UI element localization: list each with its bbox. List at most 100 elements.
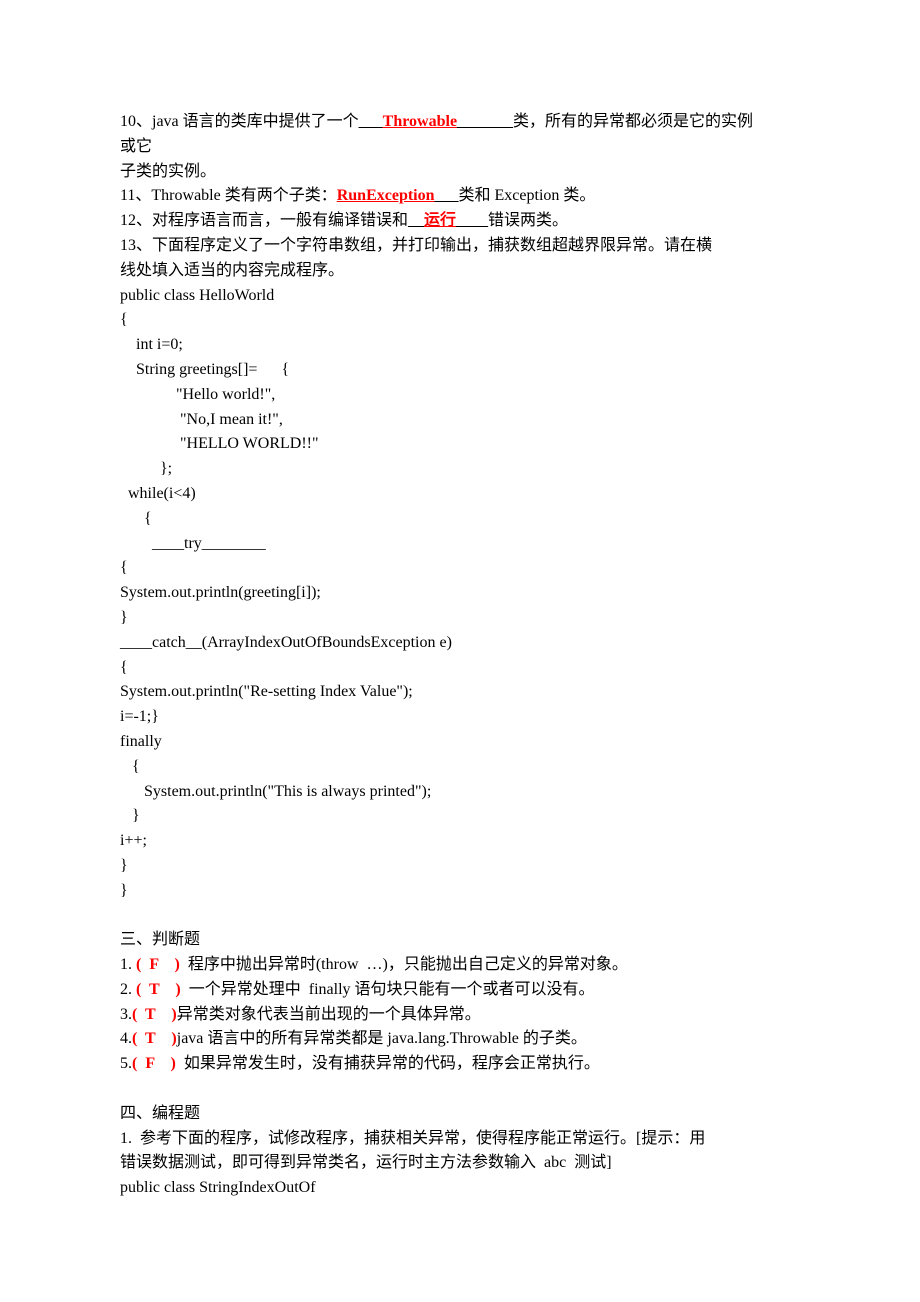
- text-line: int i=0;: [120, 333, 800, 358]
- text-line: finally: [120, 730, 800, 755]
- text-segment: ___: [435, 187, 459, 204]
- text-segment: ___: [359, 113, 383, 130]
- text-segment: 线处填入适当的内容完成程序。: [120, 262, 344, 279]
- text-line: {: [120, 507, 800, 532]
- text-segment: {: [120, 659, 128, 676]
- text-line: 1. 参考下面的程序，试修改程序，捕获相关异常，使得程序能正常运行。[提示：用: [120, 1127, 800, 1152]
- text-segment: ( T ): [132, 1030, 177, 1047]
- text-line: i=-1;}: [120, 705, 800, 730]
- text-segment: RunException: [337, 187, 435, 204]
- text-segment: 子类的实例。: [120, 163, 216, 180]
- text-line: System.out.println(greeting[i]);: [120, 581, 800, 606]
- text-segment: 错误数据测试，即可得到异常类名，运行时主方法参数输入 abc 测试]: [120, 1154, 612, 1171]
- text-line: {: [120, 656, 800, 681]
- text-segment: 12、对程序语言而言，一般有编译错误和: [120, 212, 408, 229]
- text-segment: ( F ): [136, 956, 180, 973]
- text-segment: {: [120, 311, 128, 328]
- text-line: "HELLO WORLD!!": [120, 432, 800, 457]
- text-segment: i=-1;}: [120, 708, 159, 725]
- text-line: i++;: [120, 829, 800, 854]
- text-segment: ( T ): [132, 1006, 177, 1023]
- text-segment: 错误两类。: [488, 212, 568, 229]
- text-line: 13、下面程序定义了一个字符串数组，并打印输出，捕获数组超越界限异常。请在横: [120, 234, 800, 259]
- text-segment: {: [120, 510, 152, 527]
- text-segment: {: [120, 559, 128, 576]
- text-segment: 1.: [120, 956, 136, 973]
- text-segment: };: [120, 460, 172, 477]
- text-segment: }: [120, 857, 128, 874]
- text-segment: java 语言中的所有异常类都是 java.lang.Throwable 的子类…: [177, 1030, 587, 1047]
- text-segment: 如果异常发生时，没有捕获异常的代码，程序会正常执行。: [176, 1055, 600, 1072]
- text-segment: 或它: [120, 138, 152, 155]
- text-line: }: [120, 804, 800, 829]
- text-segment: "HELLO WORLD!!": [120, 435, 319, 452]
- text-segment: ( F ): [132, 1055, 176, 1072]
- text-segment: }: [120, 882, 128, 899]
- text-segment: 类和 Exception 类。: [459, 187, 596, 204]
- text-line: 三、判断题: [120, 928, 800, 953]
- text-segment: 程序中抛出异常时(throw …)，只能抛出自己定义的异常对象。: [180, 956, 628, 973]
- text-segment: 运行: [424, 212, 456, 229]
- text-segment: Throwable: [383, 113, 457, 130]
- text-line: System.out.println("Re-setting Index Val…: [120, 680, 800, 705]
- text-segment: }: [120, 609, 128, 626]
- text-segment: ( T ): [136, 981, 181, 998]
- text-line: };: [120, 457, 800, 482]
- text-line: String greetings[]= {: [120, 358, 800, 383]
- text-line: 错误数据测试，即可得到异常类名，运行时主方法参数输入 abc 测试]: [120, 1151, 800, 1176]
- text-segment: public class HelloWorld: [120, 287, 274, 304]
- text-segment: System.out.println("Re-setting Index Val…: [120, 683, 413, 700]
- text-line: ____try________: [120, 532, 800, 557]
- text-line: public class StringIndexOutOf: [120, 1176, 800, 1201]
- text-segment: System.out.println("This is always print…: [120, 783, 431, 800]
- text-segment: 1. 参考下面的程序，试修改程序，捕获相关异常，使得程序能正常运行。[提示：用: [120, 1130, 705, 1147]
- text-line: [120, 1077, 800, 1102]
- text-segment: 三、判断题: [120, 931, 200, 948]
- text-line: 4.( T )java 语言中的所有异常类都是 java.lang.Throwa…: [120, 1027, 800, 1052]
- text-segment: 5.: [120, 1055, 132, 1072]
- text-line: {: [120, 755, 800, 780]
- text-line: "No,I mean it!",: [120, 408, 800, 433]
- text-segment: 异常类对象代表当前出现的一个具体异常。: [177, 1006, 481, 1023]
- text-segment: __: [408, 212, 424, 229]
- text-segment: 13、下面程序定义了一个字符串数组，并打印输出，捕获数组超越界限异常。请在横: [120, 237, 712, 254]
- text-line: {: [120, 556, 800, 581]
- text-segment: 2.: [120, 981, 136, 998]
- text-segment: 4.: [120, 1030, 132, 1047]
- text-line: 1. ( F ) 程序中抛出异常时(throw …)，只能抛出自己定义的异常对象…: [120, 953, 800, 978]
- text-line: 10、java 语言的类库中提供了一个___Throwable_______类，…: [120, 110, 800, 135]
- text-segment: {: [120, 758, 140, 775]
- text-line: 子类的实例。: [120, 160, 800, 185]
- text-line: public class HelloWorld: [120, 284, 800, 309]
- document-page: 10、java 语言的类库中提供了一个___Throwable_______类，…: [0, 0, 920, 1302]
- text-line: 或它: [120, 135, 800, 160]
- text-segment: _______: [457, 113, 513, 130]
- text-line: }: [120, 879, 800, 904]
- text-line: {: [120, 308, 800, 333]
- text-segment: public class StringIndexOutOf: [120, 1179, 316, 1196]
- text-segment: ____catch__(ArrayIndexOutOfBoundsExcepti…: [120, 634, 452, 651]
- text-segment: 3.: [120, 1006, 132, 1023]
- text-segment: while(i<4): [120, 485, 196, 502]
- text-line: }: [120, 606, 800, 631]
- text-segment: 类，所有的异常都必须是它的实例: [513, 113, 753, 130]
- text-segment: i++;: [120, 832, 147, 849]
- text-segment: ____try________: [120, 535, 266, 552]
- text-segment: System.out.println(greeting[i]);: [120, 584, 321, 601]
- text-segment: }: [120, 807, 140, 824]
- text-segment: "No,I mean it!",: [120, 411, 283, 428]
- text-line: 四、编程题: [120, 1102, 800, 1127]
- text-line: }: [120, 854, 800, 879]
- text-line: [120, 904, 800, 929]
- text-line: 11、Throwable 类有两个子类：RunException___类和 Ex…: [120, 184, 800, 209]
- text-line: while(i<4): [120, 482, 800, 507]
- text-line: 3.( T )异常类对象代表当前出现的一个具体异常。: [120, 1003, 800, 1028]
- text-segment: finally: [120, 733, 162, 750]
- text-line: 线处填入适当的内容完成程序。: [120, 259, 800, 284]
- text-line: 12、对程序语言而言，一般有编译错误和__运行____错误两类。: [120, 209, 800, 234]
- text-segment: int i=0;: [120, 336, 183, 353]
- text-line: 2. ( T ) 一个异常处理中 finally 语句块只能有一个或者可以没有。: [120, 978, 800, 1003]
- text-segment: 10、java 语言的类库中提供了一个: [120, 113, 359, 130]
- text-segment: String greetings[]= {: [120, 361, 289, 378]
- text-line: 5.( F ) 如果异常发生时，没有捕获异常的代码，程序会正常执行。: [120, 1052, 800, 1077]
